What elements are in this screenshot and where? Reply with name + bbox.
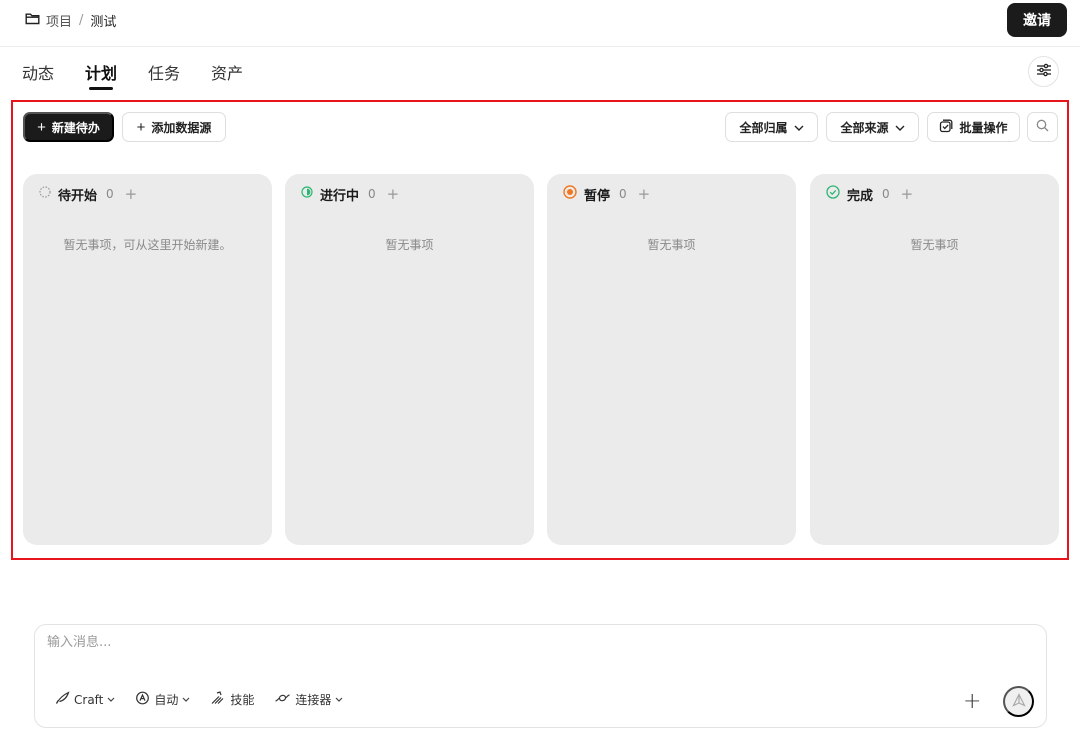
plus-icon: +	[37, 118, 46, 136]
new-todo-button[interactable]: + 新建待办	[23, 112, 114, 142]
add-item-button[interactable]: +	[387, 186, 400, 202]
add-datasource-label: 添加数据源	[151, 120, 212, 135]
quill-icon	[55, 691, 70, 708]
column-title: 进行中	[320, 188, 360, 204]
top-bar: 项目 / 测试 邀请	[0, 0, 1080, 47]
chevron-down-icon	[335, 694, 343, 705]
bulk-operation-label: 批量操作	[959, 120, 1008, 135]
search-button[interactable]	[1027, 112, 1058, 142]
column-empty-text: 暂无事项，可从这里开始新建。	[63, 238, 232, 252]
column-count: 0	[368, 187, 376, 201]
mode-label: 自动	[154, 693, 179, 707]
status-pending-icon	[39, 186, 51, 202]
column-header: 暂停 0 +	[563, 185, 651, 204]
skills-button[interactable]: 技能	[210, 691, 254, 708]
connector-label: 连接器	[295, 693, 332, 707]
column-header: 完成 0 +	[826, 185, 914, 204]
column-header: 待开始 0 +	[39, 186, 138, 204]
message-composer: Craft 自动 技能 连接器	[34, 624, 1047, 728]
column-title: 待开始	[58, 188, 98, 204]
tab-tasks[interactable]: 任务	[148, 60, 180, 90]
column-empty-text: 暂无事项	[647, 238, 696, 252]
column-in-progress: 进行中 0 + 暂无事项	[285, 174, 534, 545]
send-button[interactable]	[1003, 686, 1034, 717]
skills-label: 技能	[230, 693, 255, 707]
status-done-icon	[826, 185, 840, 203]
view-settings-button[interactable]	[1028, 56, 1059, 87]
source-filter-dropdown[interactable]: 全部来源	[826, 112, 919, 142]
tab-activity[interactable]: 动态	[22, 60, 54, 90]
add-datasource-button[interactable]: + 添加数据源	[122, 112, 226, 142]
owner-filter-label: 全部归属	[739, 120, 788, 135]
breadcrumb-root[interactable]: 项目	[46, 11, 72, 30]
tab-plan[interactable]: 计划	[85, 60, 117, 90]
chevron-down-icon	[107, 694, 115, 705]
status-in-progress-icon	[301, 186, 313, 202]
column-done: 完成 0 + 暂无事项	[810, 174, 1059, 545]
connector-selector[interactable]: 连接器	[274, 691, 343, 708]
add-item-button[interactable]: +	[125, 186, 138, 202]
column-count: 0	[106, 187, 114, 201]
column-empty-text: 暂无事项	[910, 238, 959, 252]
tab-bar: 动态 计划 任务 资产	[22, 60, 243, 90]
chevron-down-icon	[895, 120, 905, 134]
chevron-down-icon	[794, 120, 804, 134]
column-title: 暂停	[584, 188, 611, 204]
folder-icon	[25, 12, 40, 29]
skills-icon	[210, 691, 226, 708]
sliders-icon	[1036, 63, 1052, 80]
search-icon	[1036, 119, 1049, 135]
breadcrumb: 项目 / 测试	[25, 11, 117, 30]
source-filter-label: 全部来源	[840, 120, 889, 135]
message-input[interactable]	[47, 635, 947, 650]
new-todo-label: 新建待办	[51, 120, 100, 135]
owner-filter-dropdown[interactable]: 全部归属	[725, 112, 818, 142]
add-item-button[interactable]: +	[901, 186, 914, 202]
column-empty-text: 暂无事项	[385, 238, 434, 252]
auto-mode-icon	[135, 691, 150, 708]
column-title: 完成	[847, 188, 874, 204]
column-paused: 暂停 0 + 暂无事项	[547, 174, 796, 545]
status-paused-icon	[563, 185, 577, 203]
breadcrumb-separator: /	[79, 12, 84, 28]
mode-selector[interactable]: 自动	[135, 691, 190, 708]
bulk-operation-button[interactable]: 批量操作	[927, 112, 1020, 142]
column-count: 0	[882, 187, 890, 201]
invite-button[interactable]: 邀请	[1007, 3, 1067, 37]
add-item-button[interactable]: +	[638, 186, 651, 202]
checkbox-stack-icon	[939, 119, 953, 136]
attach-plus-button[interactable]: +	[963, 691, 981, 713]
tab-assets[interactable]: 资产	[211, 60, 243, 90]
plus-icon: +	[136, 118, 146, 136]
send-arrow-icon	[1011, 693, 1026, 710]
column-header: 进行中 0 +	[301, 186, 400, 204]
model-label: Craft	[74, 692, 104, 707]
chevron-down-icon	[182, 694, 190, 705]
model-selector[interactable]: Craft	[55, 691, 115, 708]
column-count: 0	[619, 187, 627, 201]
connector-icon	[274, 692, 291, 707]
breadcrumb-current: 测试	[90, 14, 117, 30]
column-todo: 待开始 0 + 暂无事项，可从这里开始新建。	[23, 174, 272, 545]
composer-toolbar: Craft 自动 技能 连接器	[55, 691, 343, 708]
